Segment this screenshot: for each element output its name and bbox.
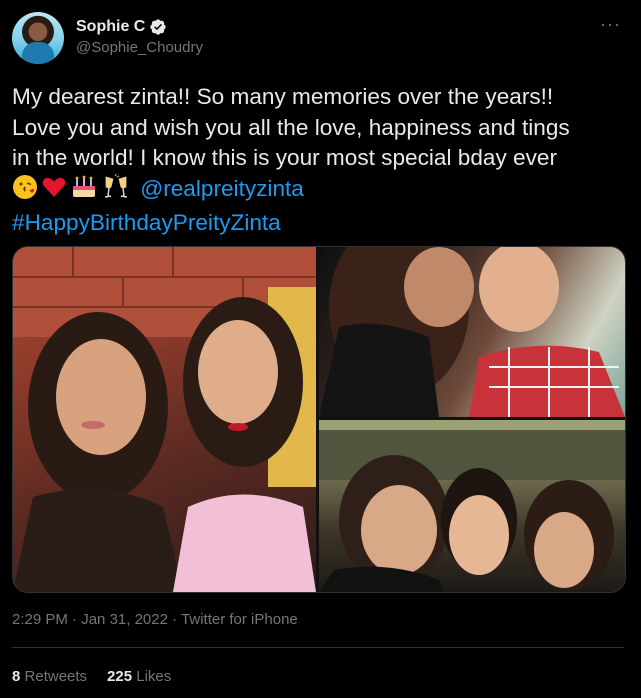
tweet-time[interactable]: 2:29 PM — [12, 611, 68, 628]
photo-3[interactable] — [319, 420, 625, 592]
tweet-date[interactable]: Jan 31, 2022 — [81, 611, 168, 628]
meta-separator-2: · — [172, 611, 178, 628]
tweet-line-4: @realpreityzinta — [12, 173, 632, 209]
retweets-count: 8 — [12, 668, 21, 685]
avatar[interactable] — [12, 12, 64, 64]
tweet-text: My dearest zinta!! So many memories over… — [12, 82, 632, 239]
meta-separator-1: · — [72, 611, 78, 628]
retweets-label: Retweets — [24, 668, 88, 685]
tweet-source[interactable]: Twitter for iPhone — [181, 611, 298, 628]
verified-badge-icon — [149, 18, 167, 36]
kiss-face-emoji — [12, 174, 38, 209]
tweet-line-1: My dearest zinta!! So many memories over… — [12, 84, 554, 109]
divider — [12, 647, 624, 648]
photo-2[interactable] — [319, 247, 625, 417]
champagne-glasses-emoji — [101, 173, 131, 209]
birthday-cake-emoji — [70, 174, 98, 209]
tweet-line-2: Love you and wish you all the love, happ… — [12, 114, 570, 140]
more-options-icon[interactable]: ··· — [600, 14, 621, 35]
likes-stat[interactable]: 225 Likes — [107, 668, 171, 685]
author-name-row[interactable]: Sophie C — [76, 16, 167, 38]
hashtag-link[interactable]: #HappyBirthdayPreityZinta — [12, 208, 632, 239]
tweet-header: Sophie C @Sophie_Choudry ··· — [12, 12, 629, 68]
media-grid — [12, 246, 626, 593]
author-handle[interactable]: @Sophie_Choudry — [76, 39, 203, 56]
mention-link[interactable]: @realpreityzinta — [140, 176, 304, 201]
retweets-stat[interactable]: 8 Retweets — [12, 668, 87, 685]
tweet-metadata: 2:29 PM · Jan 31, 2022 · Twitter for iPh… — [12, 611, 298, 628]
likes-count: 225 — [107, 668, 133, 685]
likes-label: Likes — [136, 668, 172, 685]
author-name[interactable]: Sophie C — [76, 18, 145, 36]
tweet-line-3: in the world! I know this is your most s… — [12, 145, 557, 171]
red-heart-emoji — [41, 174, 67, 209]
photo-1[interactable] — [13, 247, 316, 592]
tweet-stats: 8 Retweets 225 Likes — [12, 668, 171, 685]
